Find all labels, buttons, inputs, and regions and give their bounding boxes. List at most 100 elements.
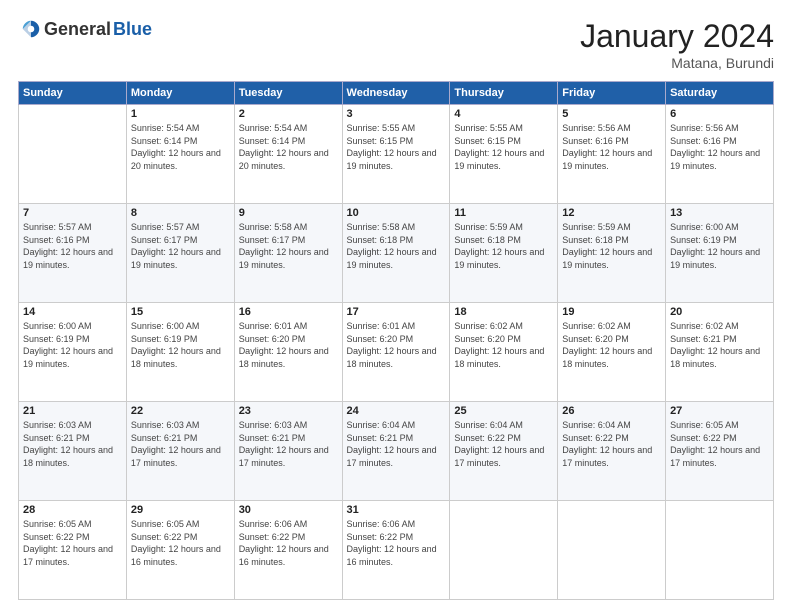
- daylight-text: Daylight: 12 hours and 18 minutes.: [239, 345, 338, 370]
- sunrise-text: Sunrise: 6:06 AM: [239, 518, 338, 531]
- daylight-text: Daylight: 12 hours and 17 minutes.: [454, 444, 553, 469]
- sunset-text: Sunset: 6:22 PM: [23, 531, 122, 544]
- day-number: 6: [670, 108, 769, 120]
- sunset-text: Sunset: 6:19 PM: [670, 234, 769, 247]
- calendar-cell: 4 Sunrise: 5:55 AM Sunset: 6:15 PM Dayli…: [450, 105, 558, 204]
- calendar-cell: [558, 501, 666, 600]
- sunset-text: Sunset: 6:17 PM: [131, 234, 230, 247]
- weekday-header-saturday: Saturday: [666, 82, 774, 105]
- day-number: 17: [347, 306, 446, 318]
- day-number: 24: [347, 405, 446, 417]
- calendar-cell: 14 Sunrise: 6:00 AM Sunset: 6:19 PM Dayl…: [19, 303, 127, 402]
- calendar-cell: 30 Sunrise: 6:06 AM Sunset: 6:22 PM Dayl…: [234, 501, 342, 600]
- daylight-text: Daylight: 12 hours and 17 minutes.: [670, 444, 769, 469]
- calendar-cell: 9 Sunrise: 5:58 AM Sunset: 6:17 PM Dayli…: [234, 204, 342, 303]
- day-number: 26: [562, 405, 661, 417]
- sunrise-text: Sunrise: 5:54 AM: [131, 122, 230, 135]
- sunset-text: Sunset: 6:21 PM: [239, 432, 338, 445]
- daylight-text: Daylight: 12 hours and 18 minutes.: [131, 345, 230, 370]
- sunset-text: Sunset: 6:21 PM: [670, 333, 769, 346]
- day-number: 28: [23, 504, 122, 516]
- day-number: 10: [347, 207, 446, 219]
- calendar-cell: 21 Sunrise: 6:03 AM Sunset: 6:21 PM Dayl…: [19, 402, 127, 501]
- sunset-text: Sunset: 6:20 PM: [454, 333, 553, 346]
- day-info: Sunrise: 6:06 AM Sunset: 6:22 PM Dayligh…: [347, 518, 446, 568]
- sunset-text: Sunset: 6:19 PM: [131, 333, 230, 346]
- calendar-cell: 25 Sunrise: 6:04 AM Sunset: 6:22 PM Dayl…: [450, 402, 558, 501]
- daylight-text: Daylight: 12 hours and 19 minutes.: [347, 246, 446, 271]
- logo-blue-text: Blue: [113, 19, 152, 40]
- sunset-text: Sunset: 6:22 PM: [347, 531, 446, 544]
- sunset-text: Sunset: 6:21 PM: [23, 432, 122, 445]
- day-info: Sunrise: 6:01 AM Sunset: 6:20 PM Dayligh…: [347, 320, 446, 370]
- day-number: 30: [239, 504, 338, 516]
- day-info: Sunrise: 6:00 AM Sunset: 6:19 PM Dayligh…: [23, 320, 122, 370]
- day-info: Sunrise: 6:00 AM Sunset: 6:19 PM Dayligh…: [670, 221, 769, 271]
- weekday-header-monday: Monday: [126, 82, 234, 105]
- calendar-cell: [666, 501, 774, 600]
- sunrise-text: Sunrise: 5:58 AM: [239, 221, 338, 234]
- day-info: Sunrise: 6:03 AM Sunset: 6:21 PM Dayligh…: [23, 419, 122, 469]
- day-number: 2: [239, 108, 338, 120]
- calendar-cell: 15 Sunrise: 6:00 AM Sunset: 6:19 PM Dayl…: [126, 303, 234, 402]
- calendar-cell: 24 Sunrise: 6:04 AM Sunset: 6:21 PM Dayl…: [342, 402, 450, 501]
- daylight-text: Daylight: 12 hours and 19 minutes.: [454, 147, 553, 172]
- week-row-1: 1 Sunrise: 5:54 AM Sunset: 6:14 PM Dayli…: [19, 105, 774, 204]
- day-info: Sunrise: 5:55 AM Sunset: 6:15 PM Dayligh…: [454, 122, 553, 172]
- day-number: 3: [347, 108, 446, 120]
- sunset-text: Sunset: 6:21 PM: [131, 432, 230, 445]
- day-info: Sunrise: 5:57 AM Sunset: 6:17 PM Dayligh…: [131, 221, 230, 271]
- calendar-cell: 10 Sunrise: 5:58 AM Sunset: 6:18 PM Dayl…: [342, 204, 450, 303]
- day-info: Sunrise: 6:04 AM Sunset: 6:22 PM Dayligh…: [562, 419, 661, 469]
- calendar-cell: 31 Sunrise: 6:06 AM Sunset: 6:22 PM Dayl…: [342, 501, 450, 600]
- sunrise-text: Sunrise: 6:01 AM: [347, 320, 446, 333]
- day-number: 1: [131, 108, 230, 120]
- calendar-cell: [450, 501, 558, 600]
- day-number: 15: [131, 306, 230, 318]
- daylight-text: Daylight: 12 hours and 17 minutes.: [23, 543, 122, 568]
- sunrise-text: Sunrise: 6:05 AM: [670, 419, 769, 432]
- sunrise-text: Sunrise: 5:57 AM: [131, 221, 230, 234]
- sunset-text: Sunset: 6:20 PM: [562, 333, 661, 346]
- day-number: 5: [562, 108, 661, 120]
- week-row-5: 28 Sunrise: 6:05 AM Sunset: 6:22 PM Dayl…: [19, 501, 774, 600]
- sunset-text: Sunset: 6:20 PM: [239, 333, 338, 346]
- sunrise-text: Sunrise: 6:04 AM: [347, 419, 446, 432]
- daylight-text: Daylight: 12 hours and 18 minutes.: [562, 345, 661, 370]
- daylight-text: Daylight: 12 hours and 19 minutes.: [23, 246, 122, 271]
- day-number: 9: [239, 207, 338, 219]
- calendar-cell: 22 Sunrise: 6:03 AM Sunset: 6:21 PM Dayl…: [126, 402, 234, 501]
- sunset-text: Sunset: 6:16 PM: [23, 234, 122, 247]
- calendar-cell: 28 Sunrise: 6:05 AM Sunset: 6:22 PM Dayl…: [19, 501, 127, 600]
- day-number: 19: [562, 306, 661, 318]
- day-number: 8: [131, 207, 230, 219]
- sunset-text: Sunset: 6:22 PM: [454, 432, 553, 445]
- daylight-text: Daylight: 12 hours and 18 minutes.: [23, 444, 122, 469]
- daylight-text: Daylight: 12 hours and 16 minutes.: [347, 543, 446, 568]
- day-info: Sunrise: 5:59 AM Sunset: 6:18 PM Dayligh…: [454, 221, 553, 271]
- calendar-cell: 26 Sunrise: 6:04 AM Sunset: 6:22 PM Dayl…: [558, 402, 666, 501]
- day-info: Sunrise: 5:58 AM Sunset: 6:18 PM Dayligh…: [347, 221, 446, 271]
- sunrise-text: Sunrise: 6:00 AM: [131, 320, 230, 333]
- sunrise-text: Sunrise: 5:59 AM: [562, 221, 661, 234]
- sunrise-text: Sunrise: 6:03 AM: [131, 419, 230, 432]
- sunrise-text: Sunrise: 5:56 AM: [562, 122, 661, 135]
- sunrise-text: Sunrise: 6:04 AM: [562, 419, 661, 432]
- day-number: 21: [23, 405, 122, 417]
- calendar-cell: 8 Sunrise: 5:57 AM Sunset: 6:17 PM Dayli…: [126, 204, 234, 303]
- daylight-text: Daylight: 12 hours and 19 minutes.: [670, 246, 769, 271]
- sunset-text: Sunset: 6:18 PM: [454, 234, 553, 247]
- logo-icon: [20, 18, 42, 40]
- sunrise-text: Sunrise: 6:05 AM: [131, 518, 230, 531]
- sunset-text: Sunset: 6:16 PM: [562, 135, 661, 148]
- sunset-text: Sunset: 6:15 PM: [347, 135, 446, 148]
- daylight-text: Daylight: 12 hours and 18 minutes.: [347, 345, 446, 370]
- page: General Blue January 2024 Matana, Burund…: [0, 0, 792, 612]
- day-info: Sunrise: 6:04 AM Sunset: 6:21 PM Dayligh…: [347, 419, 446, 469]
- week-row-3: 14 Sunrise: 6:00 AM Sunset: 6:19 PM Dayl…: [19, 303, 774, 402]
- sunset-text: Sunset: 6:14 PM: [239, 135, 338, 148]
- daylight-text: Daylight: 12 hours and 17 minutes.: [131, 444, 230, 469]
- sunset-text: Sunset: 6:14 PM: [131, 135, 230, 148]
- sunrise-text: Sunrise: 6:03 AM: [23, 419, 122, 432]
- daylight-text: Daylight: 12 hours and 18 minutes.: [670, 345, 769, 370]
